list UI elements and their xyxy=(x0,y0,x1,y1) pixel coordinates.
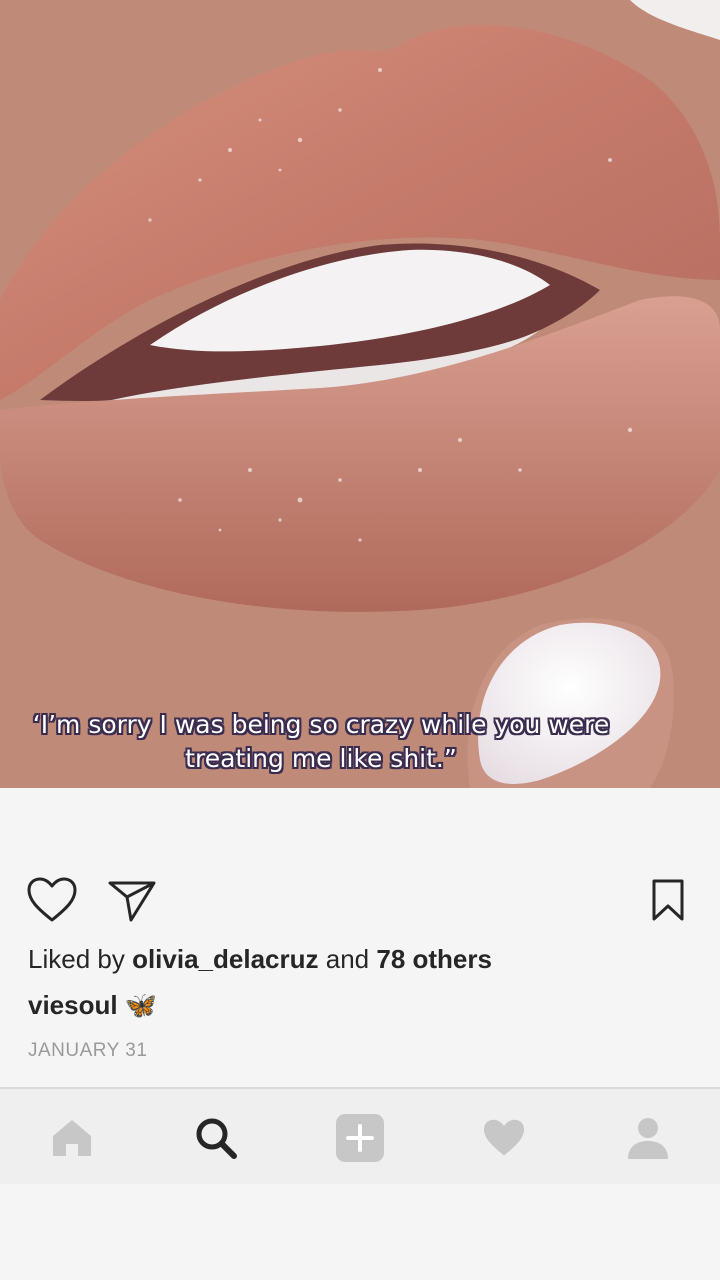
bookmark-icon xyxy=(652,879,684,921)
paper-plane-icon xyxy=(108,881,156,922)
caption-line-1: ‘I’m sorry I was being so crazy while yo… xyxy=(32,710,610,739)
likes-and: and xyxy=(325,944,370,974)
liked-by-user[interactable]: olivia_delacruz xyxy=(132,944,318,974)
post-photo[interactable]: ‘I’m sorry I was being so crazy while yo… xyxy=(0,0,720,788)
tab-profile[interactable] xyxy=(576,1089,720,1186)
tab-home[interactable] xyxy=(0,1089,144,1186)
bottom-tab-bar xyxy=(0,1087,720,1186)
tab-add[interactable] xyxy=(288,1089,432,1186)
lips-illustration xyxy=(0,0,720,788)
likes-others[interactable]: 78 others xyxy=(376,944,492,974)
photo-caption: ‘I’m sorry I was being so crazy while yo… xyxy=(0,708,720,776)
save-button[interactable] xyxy=(640,872,696,928)
like-button[interactable] xyxy=(24,872,80,928)
caption-line-2: treating me like shit.” xyxy=(185,744,457,773)
post-actions xyxy=(0,872,720,932)
heart-outline-icon xyxy=(27,877,77,922)
post-date: JANUARY 31 xyxy=(28,1040,148,1061)
plus-square-icon xyxy=(336,1113,384,1162)
share-button[interactable] xyxy=(104,872,160,928)
tab-search[interactable] xyxy=(144,1089,288,1186)
home-icon xyxy=(53,1119,91,1156)
likes-prefix: Liked by xyxy=(28,944,125,974)
likes-summary[interactable]: Liked by olivia_delacruz and 78 others xyxy=(28,944,492,975)
tab-activity[interactable] xyxy=(432,1089,576,1186)
bottom-blank-area xyxy=(0,1184,720,1280)
heart-filled-icon xyxy=(484,1119,524,1155)
post-owner-username[interactable]: viesoul 🦋 xyxy=(28,990,157,1021)
person-icon xyxy=(628,1117,668,1159)
search-icon xyxy=(196,1118,237,1159)
